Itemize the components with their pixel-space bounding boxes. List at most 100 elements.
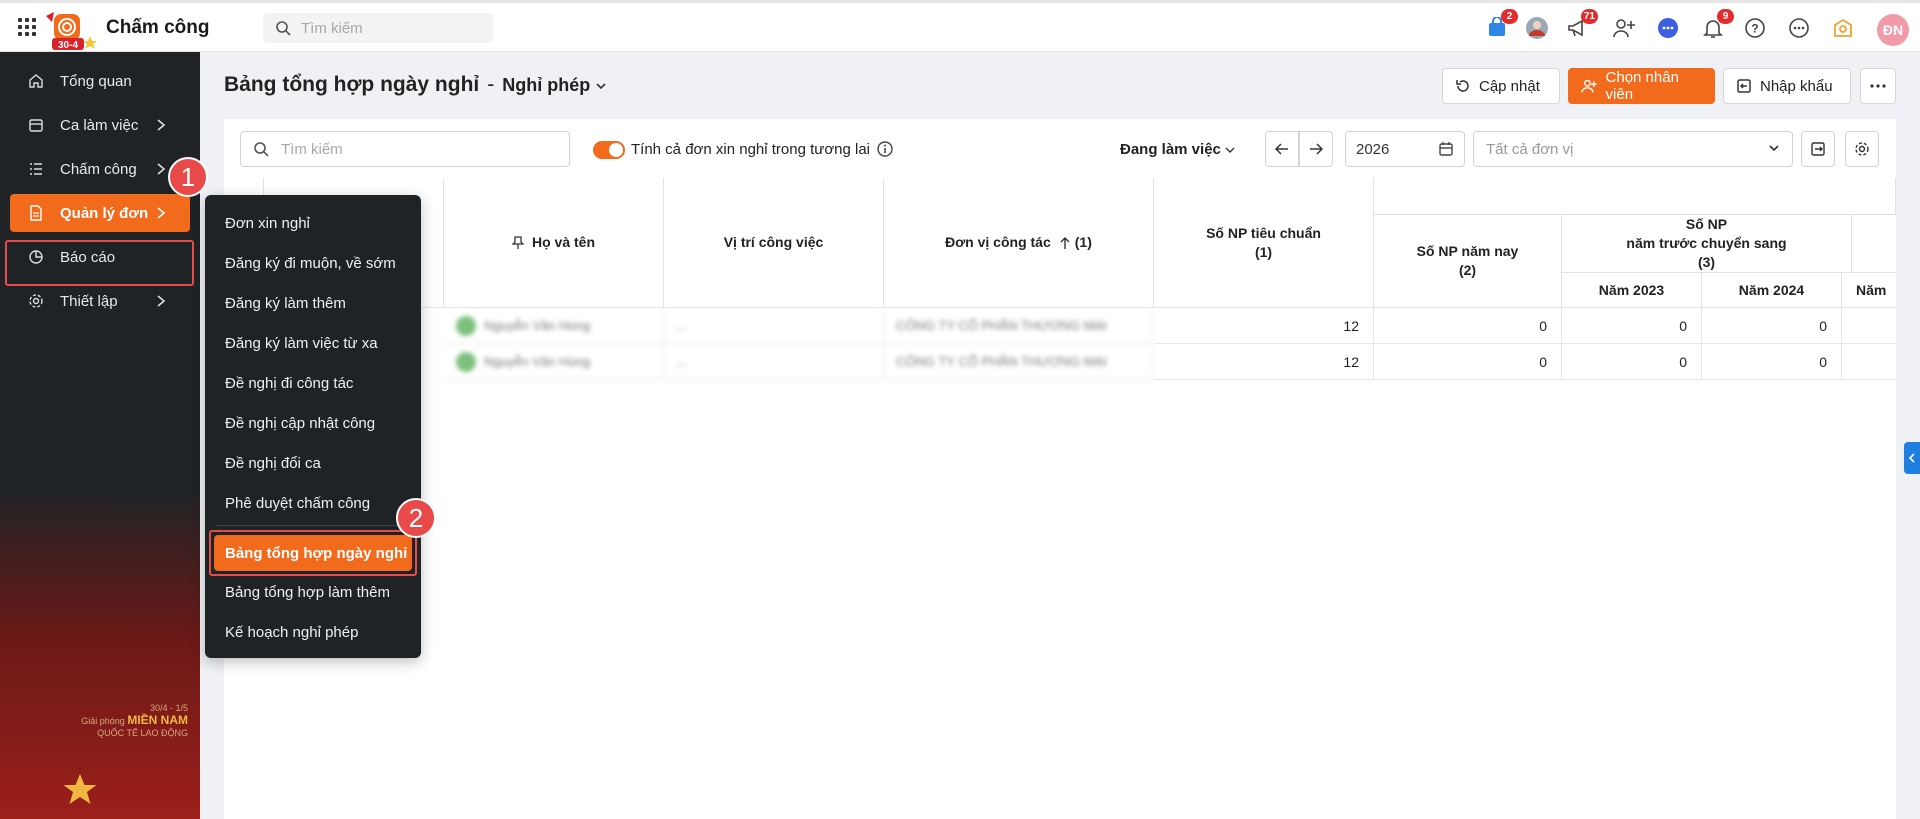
global-search-input[interactable]: Tìm kiếm [263, 13, 493, 43]
logo-text: 30-4 [58, 40, 78, 51]
unit-filter-dropdown[interactable]: Tất cả đơn vị [1473, 131, 1793, 167]
submenu-item-business-trip[interactable]: Đề nghị đi công tác [225, 375, 353, 392]
more-circle-icon [1789, 18, 1809, 38]
table-row-1-name[interactable]: Nguyễn Văn Hùng [444, 308, 664, 344]
column-header-2023[interactable]: Năm 2023 [1562, 273, 1702, 308]
gear-icon [28, 293, 48, 309]
store-button[interactable]: 2 [1484, 9, 1518, 41]
help-button[interactable]: ? [1742, 15, 1768, 41]
chat-button[interactable] [1655, 15, 1681, 41]
submenu-item-late-early[interactable]: Đăng ký đi muộn, về sớm [225, 255, 396, 272]
user-avatar[interactable]: ĐN [1877, 14, 1909, 46]
next-year-button[interactable] [1299, 131, 1333, 167]
submenu-item-leave-summary[interactable]: Bảng tổng hợp ngày nghỉ [214, 535, 412, 571]
column-header-unit-sort-order: (1) [1074, 234, 1092, 250]
column-header-carried-over[interactable]: Số NP năm trước chuyển sang (3) [1562, 215, 1852, 273]
table-row-1-position: ... [664, 308, 884, 344]
submenu-item-timekeeping-approval[interactable]: Phê duyệt chấm công [225, 495, 370, 512]
employment-status-dropdown[interactable]: Đang làm việc [1120, 141, 1235, 158]
choose-employee-button[interactable]: Chọn nhân viên [1568, 68, 1715, 104]
submenu-item-remote-work[interactable]: Đăng ký làm việc từ xa [225, 335, 378, 352]
table-row-2-2025 [1842, 344, 1896, 380]
chevron-right-icon [157, 295, 166, 307]
promo-line-3: QUỐC TẾ LAO ĐỘNG [97, 728, 188, 738]
checkin-button[interactable] [1830, 15, 1856, 41]
star-icon [63, 774, 97, 804]
sidebar-item-overview[interactable]: Tổng quan [10, 62, 190, 100]
column-header-position[interactable]: Vị trí công việc [664, 178, 884, 308]
table-row-1-this-year: 0 [1374, 308, 1562, 344]
content-card: Tìm kiếm Tính cả đơn xin nghỉ trong tươn… [224, 119, 1896, 819]
title-separator: - [487, 73, 495, 96]
column-header-2024[interactable]: Năm 2024 [1702, 273, 1842, 308]
column-header-standard-leave-index: (1) [1254, 243, 1273, 260]
table-row-2-position: ... [664, 344, 884, 380]
column-header-name-label: Họ và tên [531, 234, 595, 250]
row-1-position-text: ... [676, 318, 687, 333]
import-button[interactable]: Nhập khẩu [1723, 68, 1851, 104]
sidebar-item-label: Ca làm việc [60, 116, 139, 134]
sort-ascending-icon[interactable] [1059, 236, 1071, 250]
announcement-button[interactable]: 71 [1564, 9, 1598, 41]
column-header-standard-leave[interactable]: Số NP tiêu chuẩn (1) [1154, 178, 1374, 308]
pin-icon [511, 235, 524, 249]
sidebar-item-label: Chấm công [60, 160, 137, 178]
gear-icon [1855, 142, 1869, 156]
sidebar-item-reports[interactable]: Báo cáo [10, 238, 190, 276]
app-logo[interactable]: 30-4 [42, 10, 98, 52]
top-bar: 30-4 Chấm công Tìm kiếm 2 71 9 ? ĐN [0, 0, 1920, 52]
year-picker[interactable]: 2026 [1345, 131, 1465, 167]
column-header-overflow [1852, 215, 1896, 273]
notification-badge: 9 [1717, 9, 1734, 24]
side-panel-toggle[interactable] [1904, 442, 1920, 474]
column-header-this-year-index: (2) [1458, 262, 1477, 278]
table-search-input[interactable]: Tìm kiếm [240, 131, 570, 167]
sidebar-item-request-management[interactable]: Quản lý đơn [10, 194, 190, 232]
cart-badge: 2 [1501, 9, 1518, 24]
avatar [456, 351, 476, 372]
submenu-item-leave-request[interactable]: Đơn xin nghỉ [225, 215, 310, 232]
row-1-unit-text: CÔNG TY CỔ PHẦN THƯƠNG MẠI [896, 318, 1107, 333]
future-requests-toggle[interactable] [593, 141, 625, 159]
submenu-item-update-timekeeping[interactable]: Đề nghị cập nhật công [225, 415, 375, 432]
user-photo-button[interactable] [1524, 15, 1550, 41]
choose-employee-label: Chọn nhân viên [1605, 69, 1679, 103]
step-badge-1: 1 [168, 157, 208, 197]
more-options-button[interactable] [1860, 68, 1896, 104]
column-header-unit-label: Đơn vị công tác [945, 234, 1051, 250]
sidebar-item-settings[interactable]: Thiết lập [10, 282, 190, 320]
export-button[interactable] [1801, 131, 1835, 167]
submenu-item-shift-change[interactable]: Đề nghị đổi ca [225, 455, 321, 472]
add-user-button[interactable] [1611, 15, 1637, 41]
column-header-position-label: Vị trí công việc [723, 234, 824, 250]
table-row-2-name[interactable]: Nguyễn Văn Hùng [444, 344, 664, 380]
column-header-standard-leave-label: Số NP tiêu chuẩn [1206, 224, 1321, 241]
app-launcher-icon[interactable] [18, 18, 36, 36]
sidebar-item-label: Quản lý đơn [60, 204, 149, 222]
export-icon [1811, 142, 1825, 156]
unit-filter-placeholder: Tất cả đơn vị [1486, 141, 1574, 158]
submenu-item-overtime-register[interactable]: Đăng ký làm thêm [225, 295, 346, 312]
column-header-2025[interactable]: Năm [1842, 273, 1896, 308]
sidebar-item-timekeeping[interactable]: Chấm công [10, 150, 190, 188]
avatar [456, 315, 476, 336]
column-header-name[interactable]: Họ và tên [444, 178, 664, 308]
column-header-unit[interactable]: Đơn vị công tác (1) [884, 178, 1154, 308]
refresh-button[interactable]: Cập nhật [1442, 68, 1560, 104]
table-settings-button[interactable] [1845, 131, 1879, 167]
leave-type-dropdown[interactable]: Nghỉ phép [502, 75, 607, 95]
column-header-this-year[interactable]: Số NP năm nay (2) [1374, 215, 1562, 308]
add-user-icon [1613, 19, 1635, 38]
search-icon [254, 142, 269, 157]
submenu-item-overtime-summary[interactable]: Bảng tổng hợp làm thêm [225, 584, 390, 601]
sidebar-item-shifts[interactable]: Ca làm việc [10, 106, 190, 144]
user-photo-icon [1526, 17, 1548, 39]
info-icon[interactable] [876, 140, 894, 158]
calendar-icon [1439, 142, 1453, 156]
employment-status-label: Đang làm việc [1120, 141, 1221, 158]
future-requests-label: Tính cả đơn xin nghỉ trong tương lai [631, 141, 871, 158]
more-apps-button[interactable] [1786, 15, 1812, 41]
previous-year-button[interactable] [1265, 131, 1299, 167]
notification-button[interactable]: 9 [1700, 9, 1734, 41]
submenu-item-leave-plan[interactable]: Kế hoạch nghỉ phép [225, 624, 358, 641]
